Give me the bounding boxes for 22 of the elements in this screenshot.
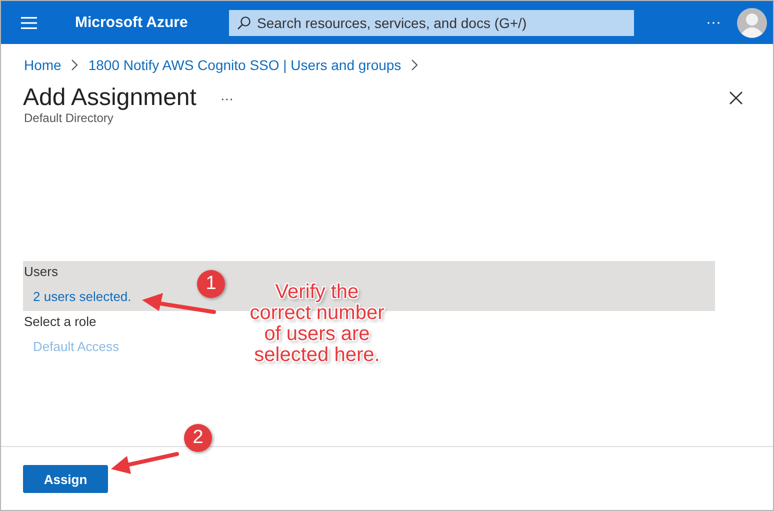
panel-subtitle: Default Directory: [23, 111, 114, 125]
assign-button[interactable]: Assign: [23, 465, 108, 493]
panel-title: Add Assignment: [23, 84, 196, 112]
step-badge: 2: [184, 424, 212, 452]
chevron-icon[interactable]: [411, 59, 418, 71]
field-link[interactable]: 2 users selected.: [33, 289, 132, 304]
search-icon[interactable]: [237, 16, 251, 30]
field-label: Select a role: [23, 314, 96, 329]
search-field[interactable]: Search resources, services, and docs (G+/): [229, 10, 634, 36]
more-button[interactable]: ···: [216, 90, 238, 106]
app-title: Microsoft Azure: [75, 14, 189, 31]
chevron-icon[interactable]: [71, 59, 78, 71]
menu-icon[interactable]: [21, 16, 37, 28]
breadcrumb-link[interactable]: 1800 Notify AWS Cognito SSO | Users and groups: [88, 57, 402, 73]
field-link: Default Access: [33, 339, 119, 354]
breadcrumb-link[interactable]: Home: [24, 57, 62, 73]
field-label: Users: [23, 264, 58, 279]
more-button[interactable]: ···: [702, 14, 725, 31]
close-icon[interactable]: [729, 91, 743, 105]
callout-text: Verify the correct number of users are selected here.: [248, 282, 386, 366]
arrow: [111, 452, 179, 474]
avatar-icon[interactable]: [737, 8, 767, 38]
